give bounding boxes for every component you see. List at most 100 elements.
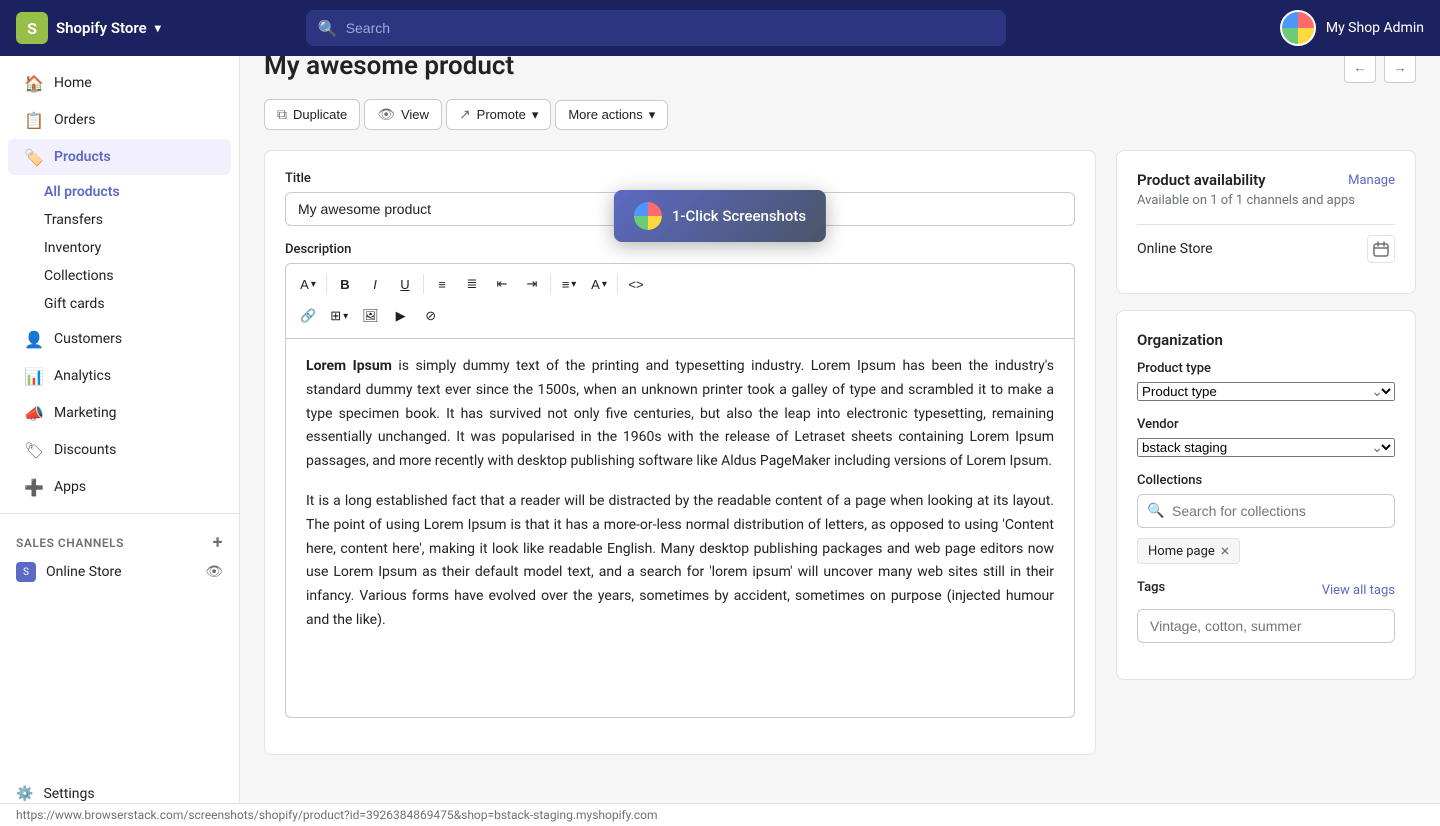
products-icon: 🏷️ (24, 147, 44, 167)
ordered-list-button[interactable]: ≣ (458, 270, 486, 298)
main-content: ‹ Products My awesome product ← → ⧉ Dupl… (240, 0, 1440, 791)
tags-label: Tags (1137, 580, 1165, 595)
tags-input[interactable] (1137, 609, 1395, 643)
duplicate-icon: ⧉ (277, 106, 287, 123)
product-type-select[interactable]: Product type (1137, 382, 1395, 401)
manage-button[interactable]: Manage (1348, 173, 1395, 188)
eye-icon[interactable]: 👁 (205, 564, 223, 580)
sidebar-label-orders: Orders (54, 112, 96, 128)
screenshot-popup-label: 1-Click Screenshots (672, 207, 806, 225)
rte-content[interactable]: Lorem Ipsum is simply dummy text of the … (285, 338, 1075, 718)
sidebar-item-discounts[interactable]: 🏷 Discounts (8, 432, 231, 468)
bold-button[interactable]: B (331, 270, 359, 298)
italic-button[interactable]: I (361, 270, 389, 298)
align-button[interactable]: ≡ ▾ (555, 270, 583, 298)
promote-button[interactable]: ↗ Promote ▾ (446, 99, 551, 130)
duplicate-label: Duplicate (293, 107, 347, 122)
sidebar-label-marketing: Marketing (54, 405, 117, 421)
sidebar-channel-online-store[interactable]: S Online Store 👁 (0, 556, 239, 588)
vendor-group: Vendor bstack staging (1137, 417, 1395, 457)
product-type-label: Product type (1137, 361, 1395, 376)
search-input[interactable] (346, 20, 994, 36)
table-icon: ⊞ (330, 308, 341, 324)
view-button[interactable]: 👁 View (364, 99, 442, 130)
video-button[interactable]: ▶ (387, 302, 415, 330)
align-chevron-icon: ▾ (571, 279, 576, 290)
view-all-tags-button[interactable]: View all tags (1322, 583, 1395, 598)
indent-decrease-button[interactable]: ⇤ (488, 270, 516, 298)
video-icon: ▶ (396, 308, 406, 324)
user-menu[interactable]: My Shop Admin (1280, 10, 1424, 46)
brand-name: Shopify Store (56, 19, 147, 37)
duplicate-button[interactable]: ⧉ Duplicate (264, 99, 360, 130)
table-button[interactable]: ⊞ ▾ (324, 302, 354, 330)
screenshot-popup[interactable]: 1-Click Screenshots (614, 190, 826, 242)
sidebar-item-customers[interactable]: 👤 Customers (8, 321, 231, 357)
collections-search-icon: 🔍 (1147, 503, 1164, 519)
sidebar-item-all-products[interactable]: All products (44, 178, 239, 206)
text-color-button[interactable]: A ▾ (585, 270, 613, 298)
description-field-group: Description A ▾ B I U (285, 242, 1075, 718)
customers-icon: 👤 (24, 329, 44, 349)
align-icon: ≡ (562, 277, 570, 292)
channel-label: Online Store (46, 564, 122, 580)
calendar-icon[interactable] (1367, 235, 1395, 263)
toolbar-separator-2 (423, 274, 424, 294)
image-button[interactable]: 🖼 (356, 302, 385, 330)
brand-logo[interactable]: S Shopify Store ▾ (16, 12, 161, 44)
link-button[interactable]: 🔗 (294, 302, 322, 330)
apps-icon: ➕ (24, 477, 44, 497)
font-size-chevron-icon: ▾ (311, 279, 316, 290)
italic-icon: I (373, 277, 377, 292)
settings-label: Settings (43, 786, 94, 802)
vendor-select-wrapper: bstack staging (1137, 438, 1395, 457)
sidebar-item-transfers[interactable]: Transfers (44, 206, 239, 234)
bold-icon: B (340, 277, 349, 292)
more-icon: ⊘ (425, 308, 436, 324)
search-bar: 🔍 (306, 10, 1006, 46)
collection-tag-remove-button[interactable]: × (1221, 543, 1230, 559)
sidebar-item-marketing[interactable]: 📣 Marketing (8, 395, 231, 431)
indent-increase-button[interactable]: ⇥ (518, 270, 546, 298)
sidebar-item-orders[interactable]: 📋 Orders (8, 102, 231, 138)
sidebar-item-apps[interactable]: ➕ Apps (8, 469, 231, 505)
analytics-icon: 📊 (24, 366, 44, 386)
top-navigation: S Shopify Store ▾ 🔍 My Shop Admin (0, 0, 1440, 56)
description-paragraph-1: Lorem Ipsum is simply dummy text of the … (306, 355, 1054, 474)
sidebar-item-products[interactable]: 🏷️ Products (8, 139, 231, 175)
bullet-list-button[interactable]: ≡ (428, 270, 456, 298)
status-url: https://www.browserstack.com/screenshots… (16, 808, 658, 822)
table-chevron-icon: ▾ (343, 311, 348, 322)
add-channel-button[interactable]: + (213, 534, 223, 552)
sidebar-item-analytics[interactable]: 📊 Analytics (8, 358, 231, 394)
more-button[interactable]: ⊘ (417, 302, 445, 330)
collections-search-input[interactable] (1137, 494, 1395, 528)
user-name: My Shop Admin (1326, 20, 1424, 36)
underline-icon: U (400, 277, 409, 292)
collections-group: Collections 🔍 Home page × (1137, 473, 1395, 564)
more-actions-button[interactable]: More actions ▾ (555, 100, 668, 130)
availability-card: Product availability Manage Available on… (1116, 150, 1416, 294)
sidebar-item-home[interactable]: 🏠 Home (8, 65, 231, 101)
view-label: View (401, 107, 429, 122)
home-icon: 🏠 (24, 73, 44, 93)
sidebar-item-gift-cards[interactable]: Gift cards (44, 290, 239, 318)
availability-subtitle: Available on 1 of 1 channels and apps (1137, 193, 1395, 208)
sidebar-label-analytics: Analytics (54, 368, 111, 384)
description-paragraph-2: It is a long established fact that a rea… (306, 490, 1054, 633)
sidebar-label-discounts: Discounts (54, 442, 116, 458)
promote-label: Promote (477, 107, 526, 122)
rte-toolbar: A ▾ B I U ≡ ≣ ⇤ ⇥ (285, 263, 1075, 338)
font-size-button[interactable]: A ▾ (294, 270, 322, 298)
tags-header: Tags View all tags (1137, 580, 1395, 601)
underline-button[interactable]: U (391, 270, 419, 298)
bullet-list-icon: ≡ (438, 277, 446, 292)
sidebar-item-collections[interactable]: Collections (44, 262, 239, 290)
vendor-select[interactable]: bstack staging (1137, 438, 1395, 457)
indent-increase-icon: ⇥ (527, 276, 538, 292)
sidebar: 🏠 Home 📋 Orders 🏷️ Products All products… (0, 56, 240, 826)
code-button[interactable]: <> (622, 270, 650, 298)
sidebar-item-inventory[interactable]: Inventory (44, 234, 239, 262)
toolbar-separator-3 (550, 274, 551, 294)
collection-tag-label: Home page (1148, 544, 1215, 559)
